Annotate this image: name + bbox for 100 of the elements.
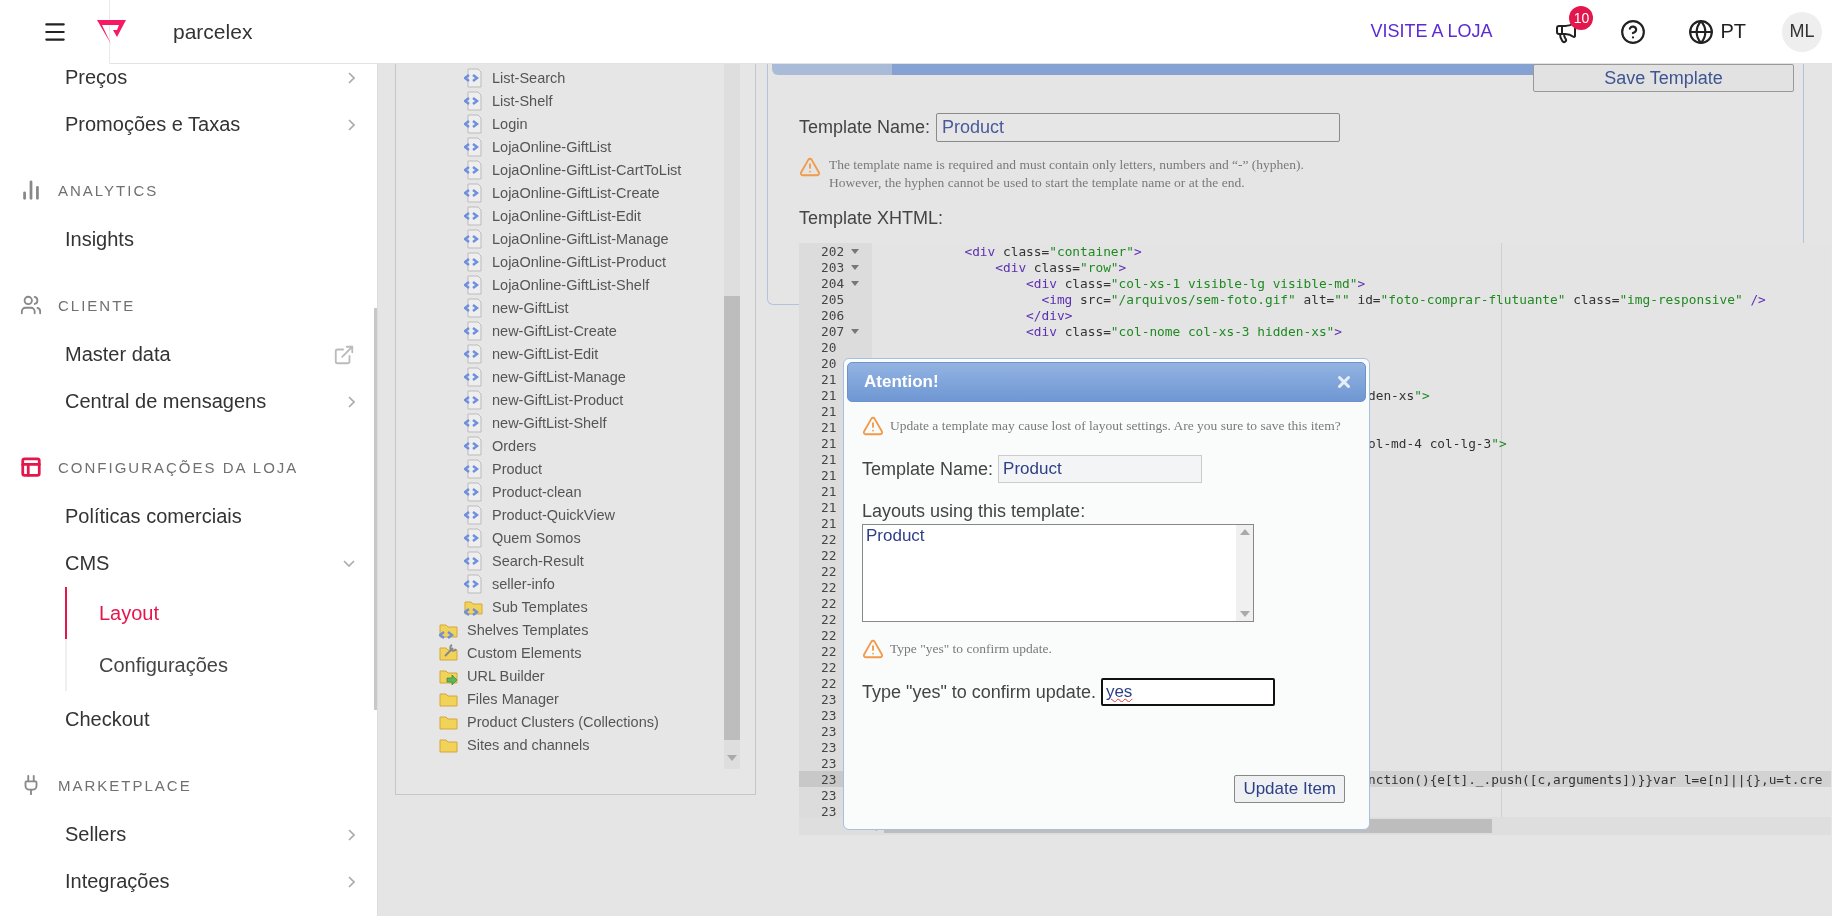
list-item[interactable]: Product (863, 525, 928, 547)
tree-item[interactable]: List-Shelf (464, 89, 553, 112)
warning-icon (862, 415, 884, 437)
field-label: Template Name: (862, 458, 994, 480)
template-file-icon (464, 458, 484, 479)
tree-item[interactable]: Product (464, 457, 542, 480)
tree-item[interactable]: Sites and channels (439, 733, 590, 756)
tree-item[interactable]: Product-QuickView (464, 503, 616, 526)
tree-item[interactable]: seller-info (464, 572, 555, 595)
tree-item[interactable]: List-Search (464, 66, 566, 89)
tree-item[interactable]: LojaOnline-GiftList-CartToList (464, 158, 682, 181)
field-label: Template XHTML: (799, 208, 944, 228)
template-file-icon (464, 320, 484, 341)
template-file-icon (464, 504, 484, 525)
tree-item[interactable]: Quem Somos (464, 526, 581, 549)
close-icon[interactable] (1335, 373, 1353, 391)
code-line: <div class="col-xs-1 visible-lg visible-md"> (1025, 275, 1366, 291)
line-number: 207 (821, 323, 846, 339)
line-number: 21 (821, 467, 838, 483)
nav-item[interactable]: Sellers (0, 811, 377, 858)
tree-item[interactable]: LojaOnline-GiftList-Manage (464, 227, 669, 250)
template-file-icon (464, 228, 484, 249)
section-heading: ANALYTICS (58, 181, 159, 199)
template-file-icon (464, 389, 484, 410)
tree-item[interactable]: Product Clusters (Collections) (439, 710, 659, 733)
nav-item[interactable]: Insights (0, 216, 377, 263)
line-number: 21 (821, 387, 838, 403)
tree-item[interactable]: Files Manager (439, 687, 559, 710)
section-heading: CLIENTE (58, 296, 136, 314)
scroll-down-arrow-icon[interactable] (1239, 611, 1250, 617)
tree-item[interactable]: Login (464, 112, 528, 135)
tree-item[interactable]: Custom Elements (439, 641, 582, 664)
warning-text: Update a template may cause lost of layout settings. Are you sure to save this item? (890, 417, 1341, 435)
tree-item[interactable]: new-GiftList (464, 296, 569, 319)
layouts-list[interactable]: Product (862, 524, 1254, 622)
line-number: 21 (821, 499, 838, 515)
fold-arrow-icon[interactable] (851, 264, 859, 270)
fold-arrow-icon[interactable] (851, 328, 859, 334)
save-template-button[interactable]: Save Template (1533, 64, 1794, 92)
template-file-icon (464, 297, 484, 318)
line-number: 22 (821, 547, 838, 563)
template-file-icon (464, 159, 484, 180)
nav-item[interactable]: Promoções e Taxas (0, 101, 377, 148)
nav-item[interactable]: Políticas comerciais (0, 493, 377, 540)
update-item-button[interactable]: Update Item (1234, 775, 1345, 803)
line-number: 21 (821, 435, 838, 451)
scrollbar[interactable] (724, 64, 740, 769)
code-line: <div class="container"> (963, 243, 1142, 259)
template-name-field[interactable]: Product (998, 455, 1203, 483)
template-file-icon (464, 205, 484, 226)
tree-item[interactable]: LojaOnline-GiftList-Product (464, 250, 667, 273)
tree-item[interactable]: new-GiftList-Product (464, 388, 624, 411)
template-file-icon (464, 67, 484, 88)
code-line: <img src="/arquivos/sem-foto.gif" alt="" id="foto-comprar-flutuante" class="img-responsive" /> (1040, 291, 1766, 307)
nav-item[interactable]: Checkout (0, 696, 377, 743)
line-number: 20 (821, 355, 838, 371)
fold-arrow-icon[interactable] (851, 280, 859, 286)
nav-item[interactable]: CMS (0, 540, 377, 587)
line-number: 22 (821, 659, 838, 675)
template-file-icon (464, 90, 484, 111)
tree-item[interactable]: Product-clean (464, 480, 582, 503)
tree-item[interactable]: LojaOnline-GiftList-Shelf (464, 273, 650, 296)
language-button[interactable]: PT (1688, 18, 1746, 45)
help-button[interactable] (1620, 18, 1647, 45)
tree-item[interactable]: LojaOnline-GiftList-Edit (464, 204, 642, 227)
menu-button[interactable] (0, 0, 110, 64)
nav-item[interactable]: Preços (0, 64, 377, 101)
line-number: 23 (821, 787, 838, 803)
scroll-down-arrow-icon[interactable] (727, 755, 737, 761)
tree-item[interactable]: new-GiftList-Manage (464, 365, 626, 388)
store-link[interactable]: VISITE A LOJA (1370, 21, 1493, 42)
tree-item[interactable]: new-GiftList-Edit (464, 342, 599, 365)
tree-item[interactable]: Search-Result (464, 549, 584, 572)
tree-item[interactable]: Shelves Templates (439, 618, 589, 641)
tree-item[interactable]: LojaOnline-GiftList (464, 135, 612, 158)
nav-item[interactable]: Integrações (0, 858, 377, 905)
template-file-icon (464, 136, 484, 157)
tree-item[interactable]: Sub Templates (464, 595, 588, 618)
tree-item[interactable]: Orders (464, 434, 537, 457)
section-heading: MARKETPLACE (58, 776, 192, 794)
line-number: 21 (821, 451, 838, 467)
fold-arrow-icon[interactable] (851, 248, 859, 254)
tree-item[interactable]: new-GiftList-Create (464, 319, 617, 342)
tree-item[interactable]: URL Builder (439, 664, 545, 687)
code-line: </div> (1025, 307, 1073, 323)
scroll-up-arrow-icon[interactable] (1239, 529, 1250, 535)
line-number: 23 (821, 803, 838, 819)
tree-item[interactable]: LojaOnline-GiftList-Create (464, 181, 660, 204)
field-label: Layouts using this template: (862, 501, 1086, 521)
nav-item[interactable]: Central de mensagens (0, 378, 377, 425)
line-number: 22 (821, 563, 838, 579)
user-avatar[interactable]: ML (1782, 11, 1822, 52)
code-line: <div class="col-nome col-xs-3 hidden-xs"> (1025, 323, 1342, 339)
line-number: 21 (821, 483, 838, 499)
template-file-icon (464, 573, 484, 594)
template-name-field[interactable]: Product (936, 113, 1341, 142)
line-number: 20 (821, 339, 838, 355)
confirm-field[interactable]: yes (1100, 678, 1275, 706)
tree-item[interactable]: new-GiftList-Shelf (464, 411, 607, 434)
nav-item[interactable]: Master data (0, 331, 377, 378)
